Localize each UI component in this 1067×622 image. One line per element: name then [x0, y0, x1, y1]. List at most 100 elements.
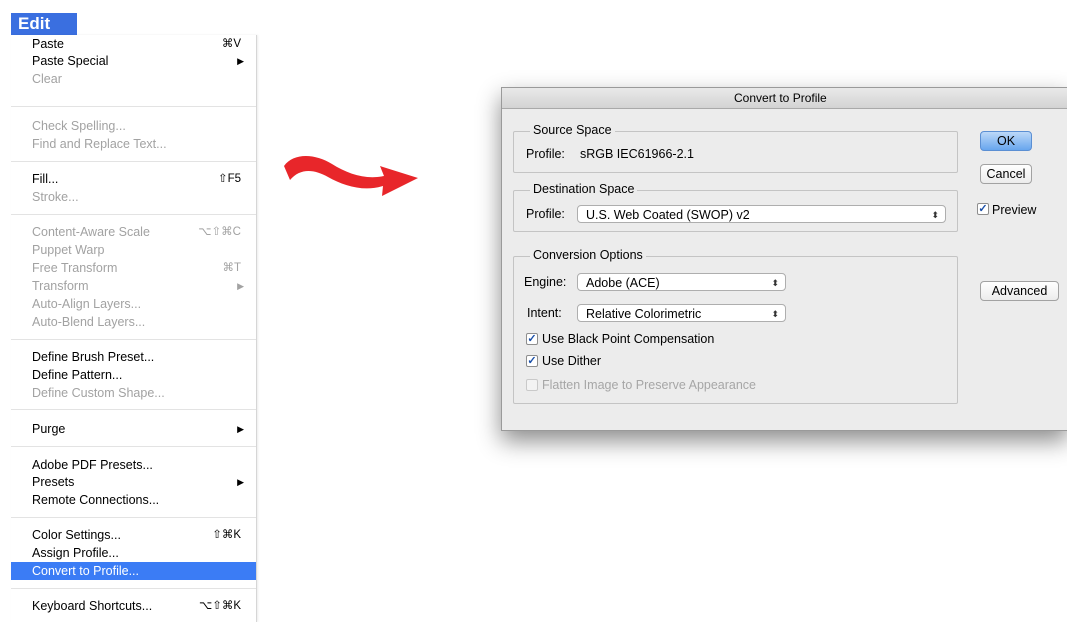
- menu-item-label: Transform: [32, 279, 89, 293]
- menu-item-free-transform: Free Transform ⌘T: [11, 259, 256, 277]
- menu-item-paste[interactable]: Paste ⌘V: [11, 35, 256, 53]
- menu-item-find-replace: Find and Replace Text...: [11, 135, 256, 153]
- triangle-right-icon: ▶: [237, 281, 244, 291]
- intent-label: Intent:: [527, 306, 562, 320]
- red-curved-arrow-icon: [284, 156, 418, 196]
- menu-separator: [11, 517, 256, 518]
- menu-item-presets[interactable]: Presets ▶: [11, 473, 256, 491]
- menu-item-label: Stroke...: [32, 190, 79, 204]
- menu-item-puppet-warp: Puppet Warp: [11, 241, 256, 259]
- menu-separator: [11, 106, 256, 107]
- shortcut-label: ⌥⇧⌘C: [198, 226, 241, 238]
- menu-item-define-custom-shape: Define Custom Shape...: [11, 384, 256, 402]
- menu-separator: [11, 214, 256, 215]
- destination-profile-value: U.S. Web Coated (SWOP) v2: [586, 208, 750, 222]
- convert-to-profile-dialog: Convert to Profile Source Space Profile:…: [501, 87, 1067, 431]
- menu-item-label: Paste: [32, 37, 64, 51]
- shortcut-label: ⇧⌘K: [212, 529, 241, 541]
- advanced-button[interactable]: Advanced: [980, 281, 1059, 301]
- conversion-options-title: Conversion Options: [530, 248, 646, 262]
- dialog-titlebar[interactable]: Convert to Profile: [502, 88, 1067, 109]
- menu-item-label: Clear: [32, 72, 62, 86]
- menu-item-label: Find and Replace Text...: [32, 137, 167, 151]
- edit-menu-panel: Paste ⌘V Paste Special ▶ Clear Check Spe…: [11, 35, 257, 622]
- menu-item-purge[interactable]: Purge ▶: [11, 420, 256, 438]
- intent-select[interactable]: Relative Colorimetric ⬍: [577, 304, 786, 322]
- menu-item-check-spelling: Check Spelling...: [11, 117, 256, 135]
- flatten-checkbox: [526, 379, 538, 391]
- menu-item-clear: Clear: [11, 70, 256, 88]
- source-space-title: Source Space: [530, 123, 615, 137]
- dither-checkbox[interactable]: ✓: [526, 355, 538, 367]
- destination-profile-label: Profile:: [526, 207, 565, 221]
- menu-item-label: Purge: [32, 422, 66, 436]
- menu-item-transform: Transform ▶: [11, 277, 256, 295]
- menu-item-convert-to-profile[interactable]: Convert to Profile...: [11, 562, 256, 580]
- menu-item-label: Define Custom Shape...: [32, 386, 165, 400]
- flatten-label: Flatten Image to Preserve Appearance: [542, 378, 757, 392]
- menu-separator: [11, 161, 256, 162]
- menu-item-label: Paste Special: [32, 54, 109, 68]
- menu-item-label: Adobe PDF Presets...: [32, 458, 153, 472]
- preview-checkbox[interactable]: ✓: [977, 203, 989, 215]
- menu-item-label: Free Transform: [32, 261, 118, 275]
- shortcut-label: ⇧F5: [217, 173, 241, 185]
- menu-item-remote-connections[interactable]: Remote Connections...: [11, 491, 256, 509]
- destination-space-title: Destination Space: [530, 182, 638, 196]
- menu-separator: [11, 409, 256, 410]
- menu-item-paste-special[interactable]: Paste Special ▶: [11, 52, 256, 70]
- menu-item-label: Keyboard Shortcuts...: [32, 599, 153, 613]
- updown-chevron-icon: ⬍: [771, 278, 779, 288]
- triangle-right-icon: ▶: [237, 56, 244, 66]
- engine-label: Engine:: [524, 275, 567, 289]
- menu-item-define-brush-preset[interactable]: Define Brush Preset...: [11, 348, 256, 366]
- menu-separator: [11, 446, 256, 447]
- source-profile-label: Profile:: [526, 147, 565, 161]
- menu-item-label: Assign Profile...: [32, 546, 119, 560]
- menu-item-stroke: Stroke...: [11, 188, 256, 206]
- black-point-label[interactable]: Use Black Point Compensation: [542, 332, 714, 346]
- menu-item-auto-align-layers: Auto-Align Layers...: [11, 295, 256, 313]
- updown-chevron-icon: ⬍: [931, 210, 939, 220]
- menu-item-color-settings[interactable]: Color Settings... ⇧⌘K: [11, 526, 256, 544]
- updown-chevron-icon: ⬍: [771, 309, 779, 319]
- menu-item-define-pattern[interactable]: Define Pattern...: [11, 366, 256, 384]
- dither-label[interactable]: Use Dither: [542, 354, 601, 368]
- menu-item-label: Puppet Warp: [32, 243, 105, 257]
- menu-item-adobe-pdf-presets[interactable]: Adobe PDF Presets...: [11, 456, 256, 474]
- menu-item-auto-blend-layers: Auto-Blend Layers...: [11, 313, 256, 331]
- edit-menu-title[interactable]: Edit: [11, 13, 77, 35]
- menu-item-keyboard-shortcuts[interactable]: Keyboard Shortcuts... ⌥⇧⌘K: [11, 597, 256, 615]
- triangle-right-icon: ▶: [237, 477, 244, 487]
- destination-profile-select[interactable]: U.S. Web Coated (SWOP) v2 ⬍: [577, 205, 946, 223]
- menu-item-label: Define Pattern...: [32, 368, 123, 382]
- black-point-checkbox[interactable]: ✓: [526, 333, 538, 345]
- engine-value: Adobe (ACE): [586, 276, 660, 290]
- shortcut-label: ⌥⇧⌘K: [198, 600, 241, 612]
- menu-item-label: Auto-Align Layers...: [32, 297, 142, 311]
- menu-item-label: Presets: [32, 475, 75, 489]
- menu-item-fill[interactable]: Fill... ⇧F5: [11, 170, 256, 188]
- menu-item-assign-profile[interactable]: Assign Profile...: [11, 544, 256, 562]
- shortcut-label: ⌘T: [222, 262, 241, 274]
- menu-item-label: Fill...: [32, 172, 59, 186]
- menu-item-label: Auto-Blend Layers...: [32, 315, 146, 329]
- menu-item-label: Check Spelling...: [32, 119, 126, 133]
- dialog-title: Convert to Profile: [734, 91, 827, 105]
- cancel-button[interactable]: Cancel: [980, 164, 1032, 184]
- menu-item-content-aware-scale: Content-Aware Scale ⌥⇧⌘C: [11, 223, 256, 241]
- shortcut-label: ⌘V: [221, 38, 241, 50]
- source-profile-value: sRGB IEC61966-2.1: [580, 147, 694, 161]
- menu-item-label: Color Settings...: [32, 528, 121, 542]
- ok-button[interactable]: OK: [980, 131, 1032, 151]
- menu-item-label: Content-Aware Scale: [32, 225, 150, 239]
- menu-separator: [11, 339, 256, 340]
- menu-item-label: Remote Connections...: [32, 493, 160, 507]
- intent-value: Relative Colorimetric: [586, 307, 702, 321]
- preview-label[interactable]: Preview: [992, 203, 1036, 217]
- menu-item-label: Convert to Profile...: [32, 564, 139, 578]
- menu-separator: [11, 588, 256, 589]
- engine-select[interactable]: Adobe (ACE) ⬍: [577, 273, 786, 291]
- menu-item-label: Define Brush Preset...: [32, 350, 155, 364]
- triangle-right-icon: ▶: [237, 424, 244, 434]
